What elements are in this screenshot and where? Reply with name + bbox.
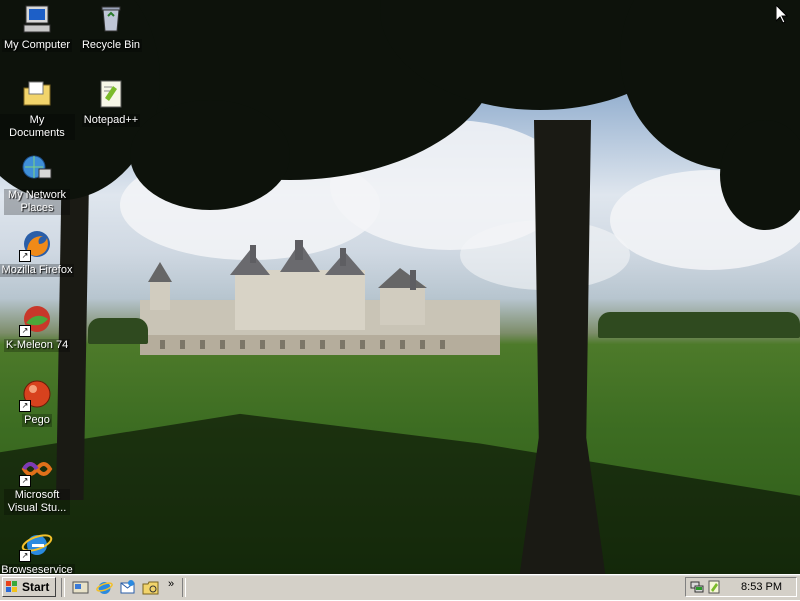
windows-explorer-icon[interactable] [142, 579, 159, 596]
desktop-icon-my-documents[interactable]: My Documents [0, 78, 75, 141]
taskbar-separator [61, 578, 65, 597]
recycle-bin-icon [95, 3, 127, 35]
desktop-icon-label: My Computer [1, 39, 73, 52]
firefox-icon: ↗ [19, 228, 53, 262]
internet-explorer-icon[interactable] [96, 579, 113, 596]
desktop-icon-label: Microsoft Visual Stu... [4, 489, 70, 515]
pego-icon: ↗ [19, 378, 53, 412]
taskbar-separator [182, 578, 186, 597]
outlook-express-icon[interactable] [119, 579, 136, 596]
desktop-icon-k-meleon[interactable]: ↗ K-Meleon 74 [0, 303, 75, 353]
desktop-icon-recycle-bin[interactable]: Recycle Bin [73, 3, 149, 53]
desktop-icon-mozilla-firefox[interactable]: ↗ Mozilla Firefox [0, 228, 75, 278]
shortcut-arrow-icon: ↗ [19, 550, 31, 562]
desktop-icon-my-computer[interactable]: My Computer [0, 3, 75, 53]
network-icon [21, 153, 53, 185]
quick-launch-chevron[interactable]: » [168, 578, 174, 590]
desktop-icon-label: Notepad++ [81, 114, 141, 127]
system-tray: 8:53 PM [685, 577, 797, 597]
desktop-icon-label: My Network Places [4, 189, 70, 215]
desktop-icon-label: My Documents [0, 114, 75, 140]
desktop-icon-visual-studio[interactable]: ↗ Microsoft Visual Stu... [0, 453, 75, 516]
desktop-icon-my-network-places[interactable]: My Network Places [0, 153, 75, 216]
notepad-tray-icon[interactable] [707, 580, 721, 594]
shortcut-arrow-icon: ↗ [19, 325, 31, 337]
desktop-icon-label: Pego [22, 414, 52, 427]
show-desktop-icon[interactable] [72, 579, 89, 596]
taskbar: Start » 8:53 PM [0, 574, 800, 600]
mouse-cursor-icon [776, 5, 788, 24]
shortcut-arrow-icon: ↗ [19, 250, 31, 262]
desktop-icon-label: Recycle Bin [79, 39, 143, 52]
k-meleon-icon: ↗ [19, 303, 53, 337]
desktop-icon-pego[interactable]: ↗ Pego [0, 378, 75, 428]
internet-explorer-icon: ↗ [19, 528, 53, 562]
start-label: Start [22, 580, 50, 594]
folder-icon [21, 78, 53, 110]
notepad-plus-icon [95, 78, 127, 110]
shortcut-arrow-icon: ↗ [19, 400, 31, 412]
network-tray-icon[interactable] [690, 580, 704, 594]
desktop-icon-browseservice[interactable]: ↗ Browseservice [0, 528, 75, 578]
visual-studio-icon: ↗ [19, 453, 53, 487]
taskbar-clock[interactable]: 8:53 PM [741, 581, 782, 593]
windows-flag-icon [6, 581, 17, 592]
start-button[interactable]: Start [2, 577, 56, 597]
desktop-icon-notepad-plus[interactable]: Notepad++ [73, 78, 149, 128]
desktop-icon-label: K-Meleon 74 [3, 339, 71, 352]
shortcut-arrow-icon: ↗ [19, 475, 31, 487]
chateau-illustration [140, 240, 500, 355]
computer-icon [21, 3, 53, 35]
desktop-icon-label: Mozilla Firefox [0, 264, 75, 277]
